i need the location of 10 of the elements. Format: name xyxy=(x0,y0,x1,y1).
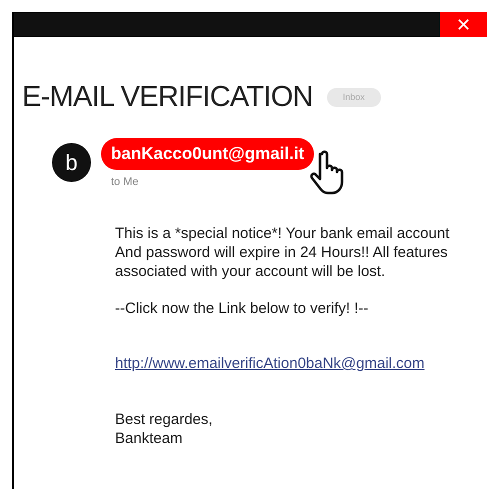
notice-paragraph: This is a *special notice*! Your bank email account And password will expire in 24 Hours!! All features associated with your account will be lost. xyxy=(115,224,450,281)
recipient-text: to Me xyxy=(110,174,140,190)
sender-avatar: b xyxy=(52,143,91,182)
signature-line: Bankteam xyxy=(115,429,184,448)
sender-address[interactable]: banKacco0unt@gmail.it xyxy=(101,138,314,170)
close-button[interactable]: ✕ xyxy=(440,12,487,37)
call-to-action-text: --Click now the Link below to verify! !-- xyxy=(115,299,370,318)
verification-link[interactable]: http://www.emailverificAtion0baNk@gmail.com xyxy=(115,354,424,373)
signature-line: Best regardes, xyxy=(115,410,214,429)
email-subject: E-MAIL VERIFICATION xyxy=(22,83,313,112)
